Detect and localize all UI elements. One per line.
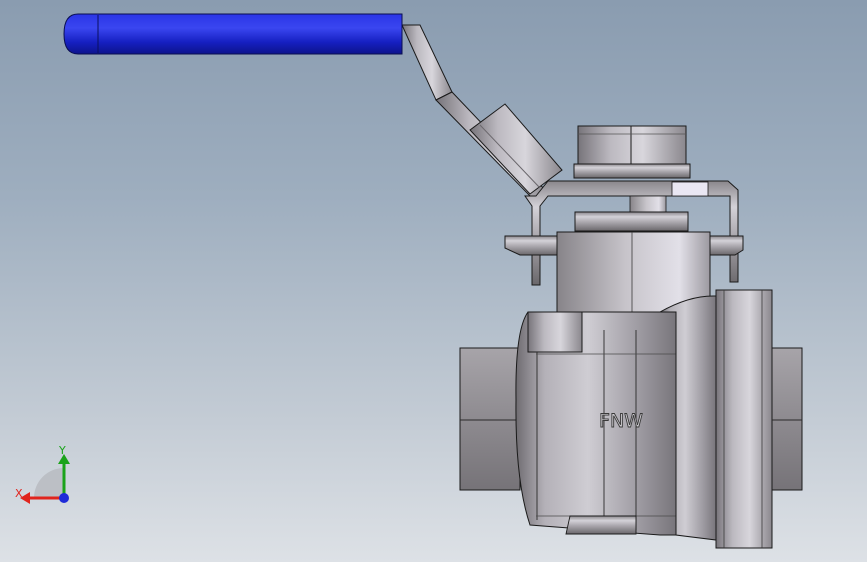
ball-valve-model[interactable]: FNW	[0, 0, 867, 562]
orientation-triad[interactable]: Y X	[12, 440, 82, 510]
triad-plane	[34, 468, 64, 498]
cad-viewport[interactable]: FNW Y X	[0, 0, 867, 562]
brand-mark-text: FNW	[599, 410, 643, 432]
handle-grip[interactable]	[63, 13, 403, 55]
valve-body[interactable]: FNW	[515, 295, 717, 541]
z-axis-icon	[59, 493, 69, 503]
right-flange	[715, 289, 803, 549]
stem-nut	[573, 125, 691, 179]
body-lug	[527, 311, 583, 353]
handle-lever[interactable]	[401, 24, 563, 201]
left-end-cap	[459, 347, 521, 491]
y-axis-label: Y	[58, 444, 66, 457]
x-axis-label: X	[15, 487, 23, 500]
